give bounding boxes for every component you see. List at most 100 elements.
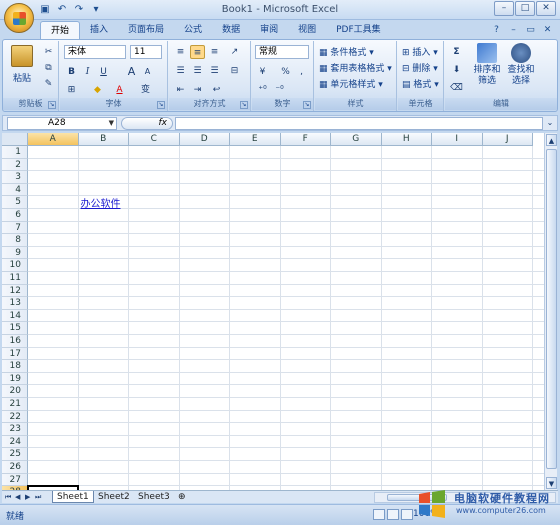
cell-styles-button[interactable]: ▦ 单元格样式 ▾ bbox=[319, 77, 383, 90]
row-header-22[interactable]: 22 bbox=[2, 410, 28, 424]
cut-icon[interactable]: ✂ bbox=[41, 45, 56, 59]
row-header-4[interactable]: 4 bbox=[2, 183, 28, 197]
last-sheet-icon[interactable]: ⏭ bbox=[35, 492, 42, 503]
help-icon[interactable]: ? bbox=[490, 24, 503, 37]
next-sheet-icon[interactable]: ▶ bbox=[25, 492, 32, 503]
ribbon-minimize-icon[interactable]: – bbox=[507, 24, 520, 37]
row-header-7[interactable]: 7 bbox=[2, 221, 28, 235]
decrease-decimal-icon[interactable]: ⁻⁰ bbox=[272, 83, 287, 97]
expand-formula-bar-icon[interactable]: ⌄ bbox=[545, 118, 555, 128]
increase-indent-icon[interactable]: ⇥ bbox=[190, 83, 205, 97]
row-header-10[interactable]: 10 bbox=[2, 259, 28, 272]
close-button[interactable]: ✕ bbox=[536, 1, 556, 16]
select-all-corner[interactable] bbox=[2, 133, 28, 146]
ribbon-restore-icon[interactable]: ▭ bbox=[524, 24, 537, 37]
align-left-icon[interactable]: ☰ bbox=[173, 64, 188, 78]
align-right-icon[interactable]: ☰ bbox=[207, 64, 222, 78]
row-header-9[interactable]: 9 bbox=[2, 246, 28, 260]
autosum-button[interactable]: Σ bbox=[449, 45, 464, 59]
row-header-26[interactable]: 26 bbox=[2, 461, 28, 474]
row-header-1[interactable]: 1 bbox=[2, 146, 28, 159]
paste-button[interactable]: 粘贴 bbox=[9, 45, 35, 84]
page-layout-view-icon[interactable] bbox=[387, 509, 399, 520]
font-color-button[interactable]: A bbox=[112, 83, 127, 97]
row-header-8[interactable]: 8 bbox=[2, 234, 28, 247]
alignment-launcher-icon[interactable]: ↘ bbox=[240, 101, 248, 109]
ribbon-close-icon[interactable]: ✕ bbox=[541, 24, 554, 37]
row-header-13[interactable]: 13 bbox=[2, 297, 28, 310]
page-break-view-icon[interactable] bbox=[401, 509, 413, 520]
vertical-scrollbar[interactable]: ▲ ▼ bbox=[544, 133, 557, 490]
formula-input[interactable] bbox=[175, 117, 543, 130]
border-icon[interactable]: ⊞ bbox=[64, 83, 79, 97]
tab-formulas[interactable]: 公式 bbox=[174, 21, 212, 39]
decrease-indent-icon[interactable]: ⇤ bbox=[173, 83, 188, 97]
row-header-21[interactable]: 21 bbox=[2, 398, 28, 411]
tab-page-layout[interactable]: 页面布局 bbox=[118, 21, 174, 39]
font-launcher-icon[interactable]: ↘ bbox=[157, 101, 165, 109]
row-header-5[interactable]: 5 bbox=[2, 196, 28, 209]
column-header-h[interactable]: H bbox=[381, 133, 432, 146]
row-header-11[interactable]: 11 bbox=[2, 272, 28, 285]
office-button[interactable] bbox=[4, 3, 34, 33]
align-middle-icon[interactable]: ≡ bbox=[190, 45, 205, 59]
row-header-20[interactable]: 20 bbox=[2, 385, 28, 398]
insert-function-button[interactable]: fx bbox=[121, 117, 173, 130]
orientation-icon[interactable]: ↗ bbox=[227, 45, 242, 59]
currency-icon[interactable]: ¥ bbox=[255, 65, 270, 79]
column-header-b[interactable]: B bbox=[78, 133, 129, 146]
tab-data[interactable]: 数据 bbox=[212, 21, 250, 39]
percent-button[interactable]: % bbox=[278, 65, 293, 79]
number-launcher-icon[interactable]: ↘ bbox=[303, 101, 311, 109]
tab-review[interactable]: 审阅 bbox=[250, 21, 288, 39]
prev-sheet-icon[interactable]: ◀ bbox=[15, 492, 22, 503]
italic-button[interactable]: I bbox=[80, 65, 95, 79]
merge-cells-icon[interactable]: ⊟ bbox=[227, 64, 242, 78]
tab-home[interactable]: 开始 bbox=[40, 21, 81, 39]
minimize-button[interactable]: – bbox=[494, 1, 514, 16]
column-header-e[interactable]: E bbox=[230, 133, 281, 146]
scroll-up-icon[interactable]: ▲ bbox=[546, 134, 557, 146]
first-sheet-icon[interactable]: ⏮ bbox=[5, 492, 12, 503]
align-center-icon[interactable]: ☰ bbox=[190, 64, 205, 78]
clear-icon[interactable]: ⌫ bbox=[449, 81, 464, 95]
maximize-button[interactable]: □ bbox=[515, 1, 535, 16]
row-header-6[interactable]: 6 bbox=[2, 209, 28, 222]
fill-icon[interactable]: ⬇ bbox=[449, 63, 464, 77]
sheet-tab-3[interactable]: Sheet3 bbox=[134, 491, 174, 503]
clipboard-launcher-icon[interactable]: ↘ bbox=[48, 101, 56, 109]
name-box-dropdown-icon[interactable]: ▼ bbox=[109, 118, 114, 129]
normal-view-icon[interactable] bbox=[373, 509, 385, 520]
align-bottom-icon[interactable]: ≡ bbox=[207, 45, 222, 59]
wrap-text-icon[interactable]: ↩ bbox=[209, 83, 224, 97]
underline-button[interactable]: U bbox=[96, 65, 111, 79]
row-header-2[interactable]: 2 bbox=[2, 158, 28, 172]
column-header-i[interactable]: I bbox=[432, 133, 483, 146]
fill-color-icon[interactable]: ◆ bbox=[90, 83, 105, 97]
row-header-17[interactable]: 17 bbox=[2, 347, 28, 361]
row-header-23[interactable]: 23 bbox=[2, 423, 28, 436]
row-header-19[interactable]: 19 bbox=[2, 372, 28, 386]
hyperlink-cell[interactable]: 办公软件 bbox=[81, 195, 121, 210]
name-box[interactable]: A28 ▼ bbox=[7, 117, 117, 130]
row-header-12[interactable]: 12 bbox=[2, 284, 28, 298]
tab-pdf-tools[interactable]: PDF工具集 bbox=[326, 21, 391, 39]
column-header-f[interactable]: F bbox=[280, 133, 331, 146]
column-header-j[interactable]: J bbox=[482, 133, 533, 146]
increase-decimal-icon[interactable]: ⁺⁰ bbox=[255, 83, 270, 97]
number-format-select[interactable]: 常规 bbox=[255, 45, 309, 59]
worksheet-grid[interactable]: A B C D E F G H I J 1 2 3 4 5 6 7 8 9 10 11 12 13 14 15 16 17 18 19 2… bbox=[2, 133, 544, 490]
bold-button[interactable]: B bbox=[64, 65, 79, 79]
phonetic-button[interactable]: 变 bbox=[138, 83, 153, 97]
row-header-24[interactable]: 24 bbox=[2, 435, 28, 449]
shrink-font-button[interactable]: A bbox=[140, 65, 155, 79]
column-header-g[interactable]: G bbox=[331, 133, 382, 146]
format-cells-button[interactable]: ▤ 格式 ▾ bbox=[402, 77, 439, 90]
format-as-table-button[interactable]: ▦ 套用表格格式 ▾ bbox=[319, 61, 392, 74]
sheet-tab-1[interactable]: Sheet1 bbox=[52, 491, 94, 503]
delete-cells-button[interactable]: ⊟ 删除 ▾ bbox=[402, 61, 438, 74]
row-header-27[interactable]: 27 bbox=[2, 473, 28, 487]
conditional-formatting-button[interactable]: ▦ 条件格式 ▾ bbox=[319, 45, 374, 58]
row-header-15[interactable]: 15 bbox=[2, 322, 28, 335]
row-header-18[interactable]: 18 bbox=[2, 360, 28, 373]
